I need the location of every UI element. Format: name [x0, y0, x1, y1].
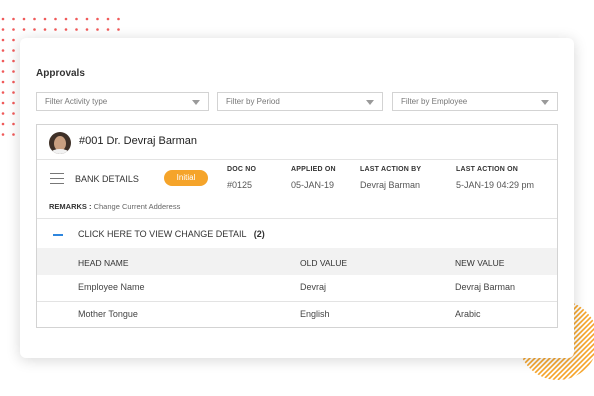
divider — [37, 159, 557, 160]
applied-on-value: 05-JAN-19 — [291, 180, 335, 190]
row-old-value: Devraj — [300, 282, 327, 292]
change-count: (2) — [253, 229, 265, 239]
last-action-by-label: LAST ACTION BY — [360, 166, 422, 173]
changes-table-header: HEAD NAME OLD VALUE NEW VALUE — [37, 248, 557, 275]
chevron-down-icon — [541, 100, 549, 105]
applied-on-label: APPLIED ON — [291, 166, 336, 173]
last-action-by-value: Devraj Barman — [360, 180, 421, 190]
chevron-down-icon — [192, 100, 200, 105]
remarks-label: REMARKS : — [49, 202, 92, 211]
activity-type-filter-placeholder: Filter Activity type — [45, 97, 108, 106]
last-action-on-label: LAST ACTION ON — [456, 166, 519, 173]
row-new-value: Devraj Barman — [455, 282, 516, 292]
employee-filter[interactable]: Filter by Employee — [392, 92, 558, 111]
view-change-detail-toggle[interactable]: CLICK HERE TO VIEW CHANGE DETAIL (2) — [78, 229, 265, 239]
chevron-down-icon — [366, 100, 374, 105]
avatar — [49, 132, 71, 154]
doc-no-label: DOC NO — [227, 166, 257, 173]
hamburger-menu-icon[interactable] — [50, 173, 64, 184]
remarks-text: Change Current Adderess — [93, 202, 181, 211]
collapse-icon[interactable] — [53, 234, 63, 236]
doc-no-value: #0125 — [227, 180, 253, 190]
divider — [37, 218, 557, 219]
approval-request-panel: #001 Dr. Devraj Barman BANK DETAILS Init… — [36, 124, 558, 328]
remarks: REMARKS : Change Current Adderess — [49, 202, 180, 211]
employee-filter-placeholder: Filter by Employee — [401, 97, 468, 106]
old-value-header: OLD VALUE — [300, 258, 348, 268]
row-old-value: English — [300, 309, 330, 319]
row-head-name: Mother Tongue — [78, 309, 138, 319]
status-badge: Initial — [164, 170, 208, 186]
period-filter[interactable]: Filter by Period — [217, 92, 383, 111]
row-head-name: Employee Name — [78, 282, 145, 292]
last-action-on-value: 5-JAN-19 04:29 pm — [456, 180, 535, 190]
head-name-header: HEAD NAME — [78, 258, 129, 268]
period-filter-placeholder: Filter by Period — [226, 97, 280, 106]
new-value-header: NEW VALUE — [455, 258, 505, 268]
approvals-card: Approvals Filter Activity type Filter by… — [20, 38, 574, 358]
activity-type-filter[interactable]: Filter Activity type — [36, 92, 209, 111]
view-change-detail-label: CLICK HERE TO VIEW CHANGE DETAIL — [78, 229, 247, 239]
row-new-value: Arabic — [455, 309, 481, 319]
divider — [37, 301, 557, 302]
page-title: Approvals — [36, 68, 85, 79]
section-name: BANK DETAILS — [75, 174, 139, 184]
employee-name: #001 Dr. Devraj Barman — [79, 135, 197, 147]
